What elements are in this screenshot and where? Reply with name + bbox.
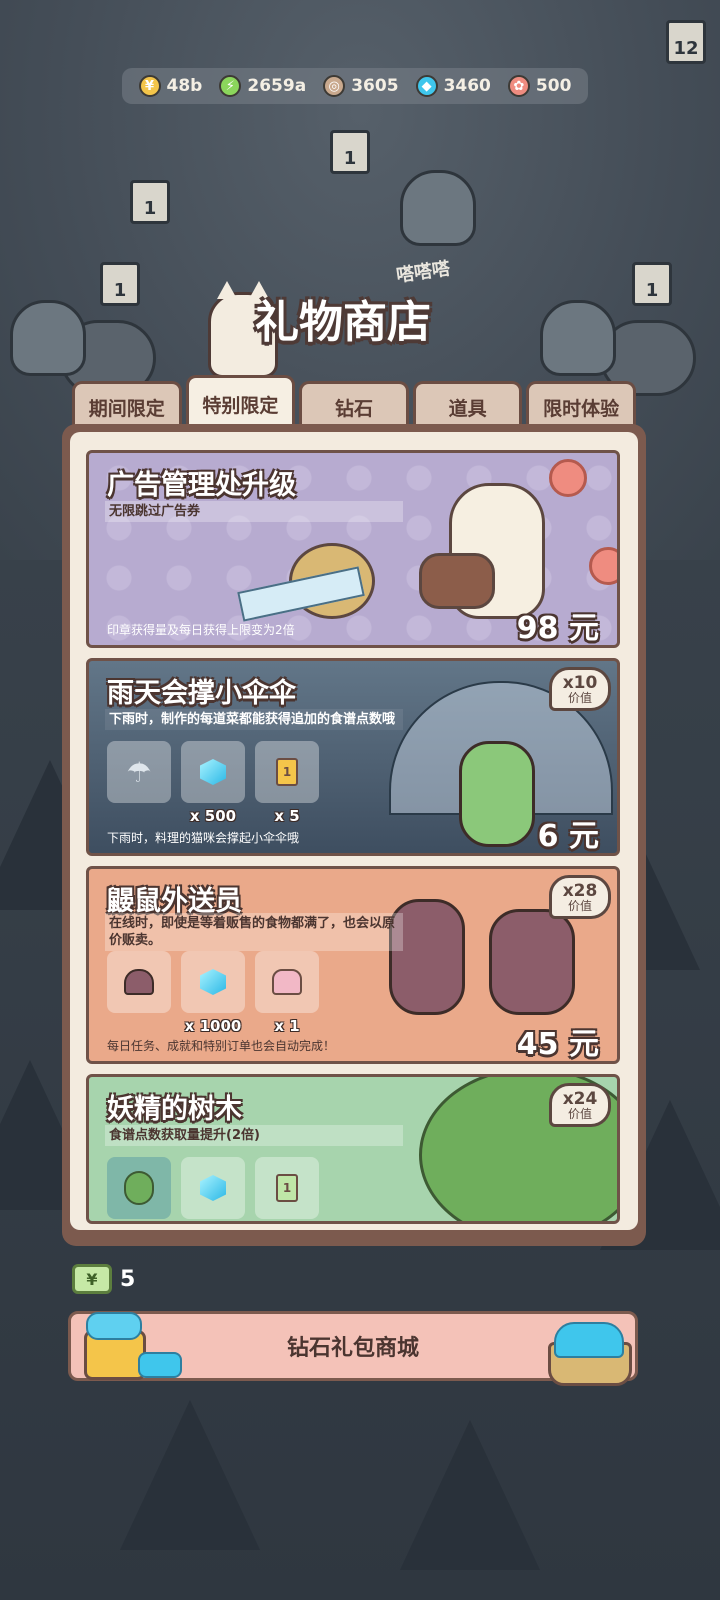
- offer-subtitle: 在线时，即使是等着贩售的食物都满了，也会以原价贩卖。: [105, 913, 403, 951]
- reward-item: 1: [255, 1157, 319, 1219]
- currency-bar: ¥ 48b ⚡ 2659a ◎ 3605 ◆ 3460 ✿ 500: [122, 68, 588, 104]
- background-cat: [10, 300, 86, 376]
- offer-footer: 每日任务、成就和特别订单也会自动完成！: [107, 1039, 336, 1053]
- tree: [120, 1400, 260, 1550]
- paw-stamp-icon: [589, 547, 617, 585]
- cash-amount: 5: [120, 1266, 136, 1292]
- value-label: 价值: [567, 898, 592, 913]
- tab-special-limited[interactable]: 特别限定: [185, 375, 296, 431]
- currency-value: 3460: [443, 76, 491, 96]
- background-cat: [400, 170, 476, 246]
- paw-stamp-icon: [549, 459, 587, 497]
- offer-price: 6 元: [537, 819, 599, 854]
- offer-subtitle: 食谱点数获取量提升(2倍): [105, 1125, 403, 1146]
- diamond-icon: ◆: [415, 75, 438, 97]
- cake-icon: [272, 967, 302, 997]
- offer-title: 雨天会撑小伞伞: [107, 678, 296, 709]
- offer-card-rain-umbrella[interactable]: 雨天会撑小伞伞 下雨时，制作的每道菜都能获得追加的食谱点数哦 x10 价值 ☂ …: [86, 658, 620, 856]
- plot-sign: 1: [100, 262, 140, 306]
- offer-subtitle: 下雨时，制作的每道菜都能获得追加的食谱点数哦: [105, 709, 403, 730]
- currency-energy[interactable]: ⚡ 2659a: [219, 75, 306, 97]
- ticket-bag-illustration: [237, 533, 379, 623]
- diamond-mall-label: 钻石礼包商城: [286, 1336, 419, 1361]
- plot-sign: 1: [632, 262, 672, 306]
- offer-items: x 1000 x 1: [107, 951, 319, 1035]
- reward-item: [107, 951, 171, 1013]
- reward-item: [107, 1157, 171, 1219]
- offer-items: ☂ x 500 1 x 5: [107, 741, 319, 825]
- coin-icon: ¥: [138, 75, 161, 97]
- diamond-icon: [198, 757, 228, 787]
- offer-price: 98 元: [516, 611, 599, 646]
- energy-icon: ⚡: [219, 75, 242, 97]
- reward-qty: x 1: [274, 1017, 300, 1035]
- offer-title: 广告管理处升级: [107, 470, 296, 501]
- diamond-basket-icon: [544, 1314, 632, 1386]
- ticket-icon: 1: [272, 1173, 302, 1203]
- plot-sign: 1: [330, 130, 370, 174]
- diamond-icon: [198, 967, 228, 997]
- cat-stamp-illustration: [419, 473, 549, 623]
- reward-item: 1 x 5: [255, 741, 319, 825]
- plot-sign: 1: [130, 180, 170, 224]
- reward-qty: x 5: [274, 807, 300, 825]
- value-multiplier: x28: [562, 880, 598, 901]
- offer-card-ad-upgrade[interactable]: 广告管理处升级 无限跳过广告券 印章获得量及每日获得上限变为2倍 98 元: [86, 450, 620, 648]
- reward-qty: x 1000: [184, 1017, 242, 1035]
- offer-list[interactable]: 广告管理处升级 无限跳过广告券 印章获得量及每日获得上限变为2倍 98 元 雨天…: [70, 432, 638, 1230]
- offer-card-fairy-tree[interactable]: 妖精的树木 食谱点数获取量提升(2倍) x24 价值 1: [86, 1074, 620, 1224]
- mole-illustration: [489, 909, 575, 1015]
- value-multiplier: x10: [562, 672, 598, 693]
- value-label: 价值: [567, 1106, 592, 1121]
- value-badge: x28 价值: [549, 875, 611, 919]
- reward-item: x 1000: [181, 951, 245, 1035]
- treasure-chest-icon: [78, 1308, 182, 1380]
- reward-item: ☂: [107, 741, 171, 803]
- shop-title: 礼物商店: [255, 297, 431, 348]
- tree: [400, 1420, 540, 1570]
- ticket-icon: 1: [272, 757, 302, 787]
- reward-item: x 1: [255, 951, 319, 1035]
- value-multiplier: x24: [562, 1088, 598, 1109]
- shop-panel: 广告管理处升级 无限跳过广告券 印章获得量及每日获得上限变为2倍 98 元 雨天…: [62, 424, 646, 1246]
- currency-diamonds[interactable]: ◆ 3460: [415, 75, 491, 97]
- currency-value: 3605: [351, 76, 399, 96]
- currency-coins[interactable]: ¥ 48b: [138, 75, 203, 97]
- tree-icon: [124, 1171, 154, 1205]
- offer-items: 1: [107, 1157, 319, 1219]
- value-label: 价值: [567, 690, 592, 705]
- offer-footer: 印章获得量及每日获得上限变为2倍: [107, 623, 295, 637]
- currency-stamps[interactable]: ◎ 3605: [323, 75, 399, 97]
- stamp-icon: ◎: [323, 75, 346, 97]
- reward-item: x 500: [181, 741, 245, 825]
- background-cat: [540, 300, 616, 376]
- offer-subtitle: 无限跳过广告券: [105, 501, 403, 522]
- currency-recipe-points[interactable]: ✿ 500: [507, 75, 572, 97]
- currency-value: 500: [535, 76, 572, 96]
- offer-footer: 下雨时，料理的猫咪会撑起小伞伞哦: [107, 831, 300, 845]
- currency-value: 2659a: [247, 76, 307, 96]
- value-badge: x10 价值: [549, 667, 611, 711]
- cash-icon: ¥: [72, 1264, 112, 1294]
- currency-value: 48b: [166, 76, 203, 96]
- recipe-point-icon: ✿: [507, 75, 530, 97]
- cash-balance: ¥ 5: [72, 1264, 135, 1294]
- offer-price: 45 元: [516, 1027, 599, 1062]
- offer-title: 妖精的树木: [107, 1094, 242, 1125]
- plot-sign: 12: [666, 20, 706, 64]
- diamond-icon: [198, 1173, 228, 1203]
- offer-card-mole-delivery[interactable]: 鼹鼠外送员 在线时，即使是等着贩售的食物都满了，也会以原价贩卖。 x28 价值 …: [86, 866, 620, 1064]
- mole-icon: [124, 967, 154, 997]
- umbrella-icon: ☂: [126, 755, 152, 789]
- frog-cat-illustration: [459, 741, 535, 847]
- value-badge: x24 价值: [549, 1083, 611, 1127]
- reward-qty: x 500: [189, 807, 237, 825]
- reward-item: [181, 1157, 245, 1219]
